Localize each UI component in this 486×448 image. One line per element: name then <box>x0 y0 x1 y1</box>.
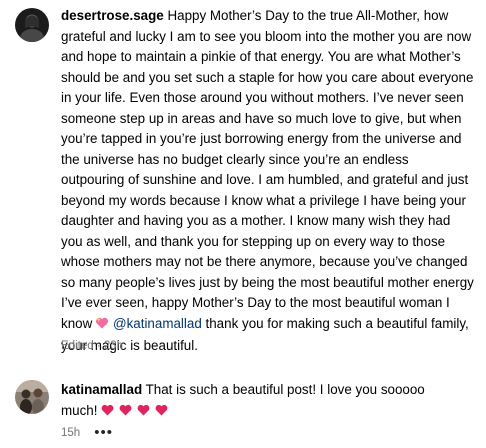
comment-text: katinamallad That is such a beautiful po… <box>61 380 461 421</box>
red-heart-icon <box>137 402 150 415</box>
red-heart-icon <box>119 402 132 415</box>
red-heart-icon <box>101 402 114 415</box>
mention-link[interactable]: @katinamallad <box>113 316 202 331</box>
avatar-image <box>15 380 49 414</box>
more-options-button[interactable]: ••• <box>94 424 113 441</box>
avatar-image <box>15 8 49 42</box>
comment-username[interactable]: katinamallad <box>61 382 142 397</box>
sparkling-heart-icon <box>95 316 109 337</box>
red-heart-icon <box>155 402 168 415</box>
comment-body: Happy Mother’s Day to the true All-Mothe… <box>61 8 474 331</box>
avatar-desertrose-sage[interactable] <box>15 8 49 42</box>
comment-text: desertrose.sage Happy Mother’s Day to th… <box>61 6 475 357</box>
comment-meta: 15h ••• <box>61 424 113 441</box>
comment-username[interactable]: desertrose.sage <box>61 8 164 23</box>
comment-meta: Edited · 23h <box>61 340 123 352</box>
comment-timestamp: 15h <box>61 427 81 439</box>
comment-timestamp: Edited · 23h <box>61 340 124 352</box>
avatar-katinamallad[interactable] <box>15 380 49 414</box>
